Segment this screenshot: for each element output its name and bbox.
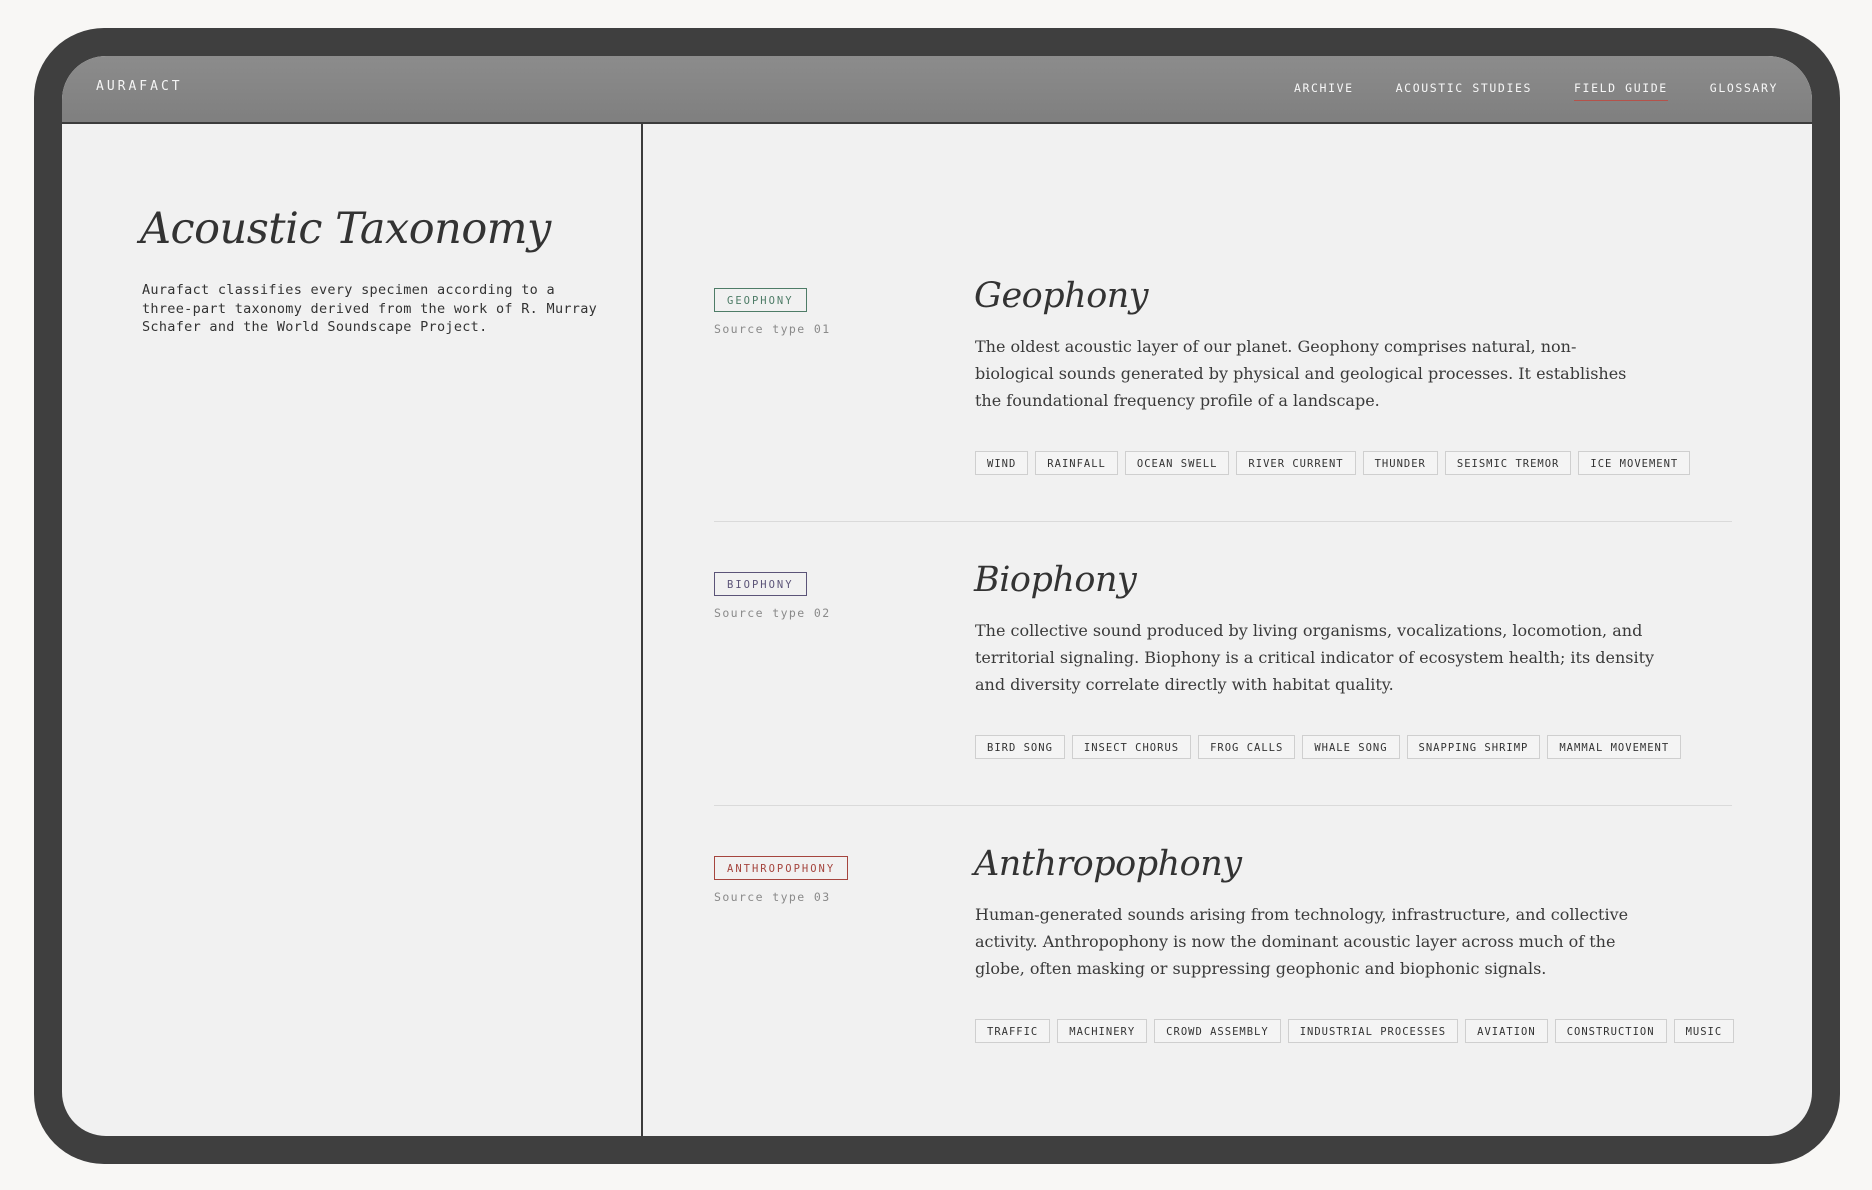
source-type-label: Source type 03 — [714, 890, 831, 904]
main-nav: ARCHIVE ACOUSTIC STUDIES FIELD GUIDE GLO… — [1294, 81, 1778, 101]
tag-river-current[interactable]: RIVER CURRENT — [1236, 451, 1356, 475]
section-title: Biophony — [974, 560, 1137, 600]
device-frame: AURAFACT ARCHIVE ACOUSTIC STUDIES FIELD … — [34, 28, 1840, 1164]
top-nav-bar: AURAFACT ARCHIVE ACOUSTIC STUDIES FIELD … — [62, 56, 1812, 124]
nav-acoustic-studies[interactable]: ACOUSTIC STUDIES — [1396, 81, 1532, 101]
intro-text: Aurafact classifies every specimen accor… — [142, 282, 598, 335]
source-type-label: Source type 02 — [714, 606, 831, 620]
tag-snapping-shrimp[interactable]: SNAPPING SHRIMP — [1406, 735, 1541, 759]
tag-crowd-assembly[interactable]: CROWD ASSEMBLY — [1154, 1019, 1281, 1043]
tag-music[interactable]: MUSIC — [1673, 1019, 1735, 1043]
tag-rainfall[interactable]: RAINFALL — [1035, 451, 1118, 475]
tag-machinery[interactable]: MACHINERY — [1057, 1019, 1148, 1043]
tag-ocean-swell[interactable]: OCEAN SWELL — [1124, 451, 1230, 475]
anthropophony-badge: ANTHROPOPHONY — [714, 856, 849, 880]
tag-seismic-tremor[interactable]: SEISMIC TREMOR — [1444, 451, 1572, 475]
tag-whale-song[interactable]: WHALE SONG — [1302, 735, 1400, 759]
tag-mammal-movement[interactable]: MAMMAL MOVEMENT — [1547, 735, 1682, 759]
section-title: Geophony — [974, 276, 1149, 316]
screen: AURAFACT ARCHIVE ACOUSTIC STUDIES FIELD … — [62, 56, 1812, 1136]
tag-bird-song[interactable]: BIRD SONG — [975, 735, 1065, 759]
tag-ice-movement[interactable]: ICE MOVEMENT — [1578, 451, 1691, 475]
section-title: Anthropophony — [974, 844, 1242, 884]
section-description: The oldest acoustic layer of our planet.… — [975, 337, 1627, 410]
tag-list: TRAFFIC MACHINERY CROWD ASSEMBLY INDUSTR… — [975, 1019, 1735, 1043]
tag-aviation[interactable]: AVIATION — [1465, 1019, 1548, 1043]
sidebar-panel: Acoustic Taxonomy Aurafact classifies ev… — [62, 124, 643, 1136]
section-description: Human-generated sounds arising from tech… — [975, 905, 1629, 978]
nav-field-guide[interactable]: FIELD GUIDE — [1574, 81, 1668, 101]
tag-traffic[interactable]: TRAFFIC — [975, 1019, 1051, 1043]
tag-thunder[interactable]: THUNDER — [1362, 451, 1438, 475]
tag-wind[interactable]: WIND — [975, 451, 1029, 475]
tag-insect-chorus[interactable]: INSECT CHORUS — [1071, 735, 1192, 759]
source-type-label: Source type 01 — [714, 322, 831, 336]
section-description: The collective sound produced by living … — [975, 621, 1655, 694]
biophony-badge: BIOPHONY — [714, 572, 807, 596]
tag-construction[interactable]: CONSTRUCTION — [1554, 1019, 1667, 1043]
tag-frog-calls[interactable]: FROG CALLS — [1198, 735, 1296, 759]
tag-industrial-processes[interactable]: INDUSTRIAL PROCESSES — [1287, 1019, 1459, 1043]
nav-archive[interactable]: ARCHIVE — [1294, 81, 1354, 101]
brand-logo[interactable]: AURAFACT — [96, 79, 183, 94]
nav-glossary[interactable]: GLOSSARY — [1710, 81, 1778, 101]
tag-list: WIND RAINFALL OCEAN SWELL RIVER CURRENT … — [975, 451, 1735, 475]
geophony-badge: GEOPHONY — [714, 288, 807, 312]
page-title: Acoustic Taxonomy — [140, 204, 551, 254]
section-divider — [714, 521, 1732, 522]
section-divider — [714, 805, 1732, 806]
tag-list: BIRD SONG INSECT CHORUS FROG CALLS WHALE… — [975, 735, 1735, 759]
